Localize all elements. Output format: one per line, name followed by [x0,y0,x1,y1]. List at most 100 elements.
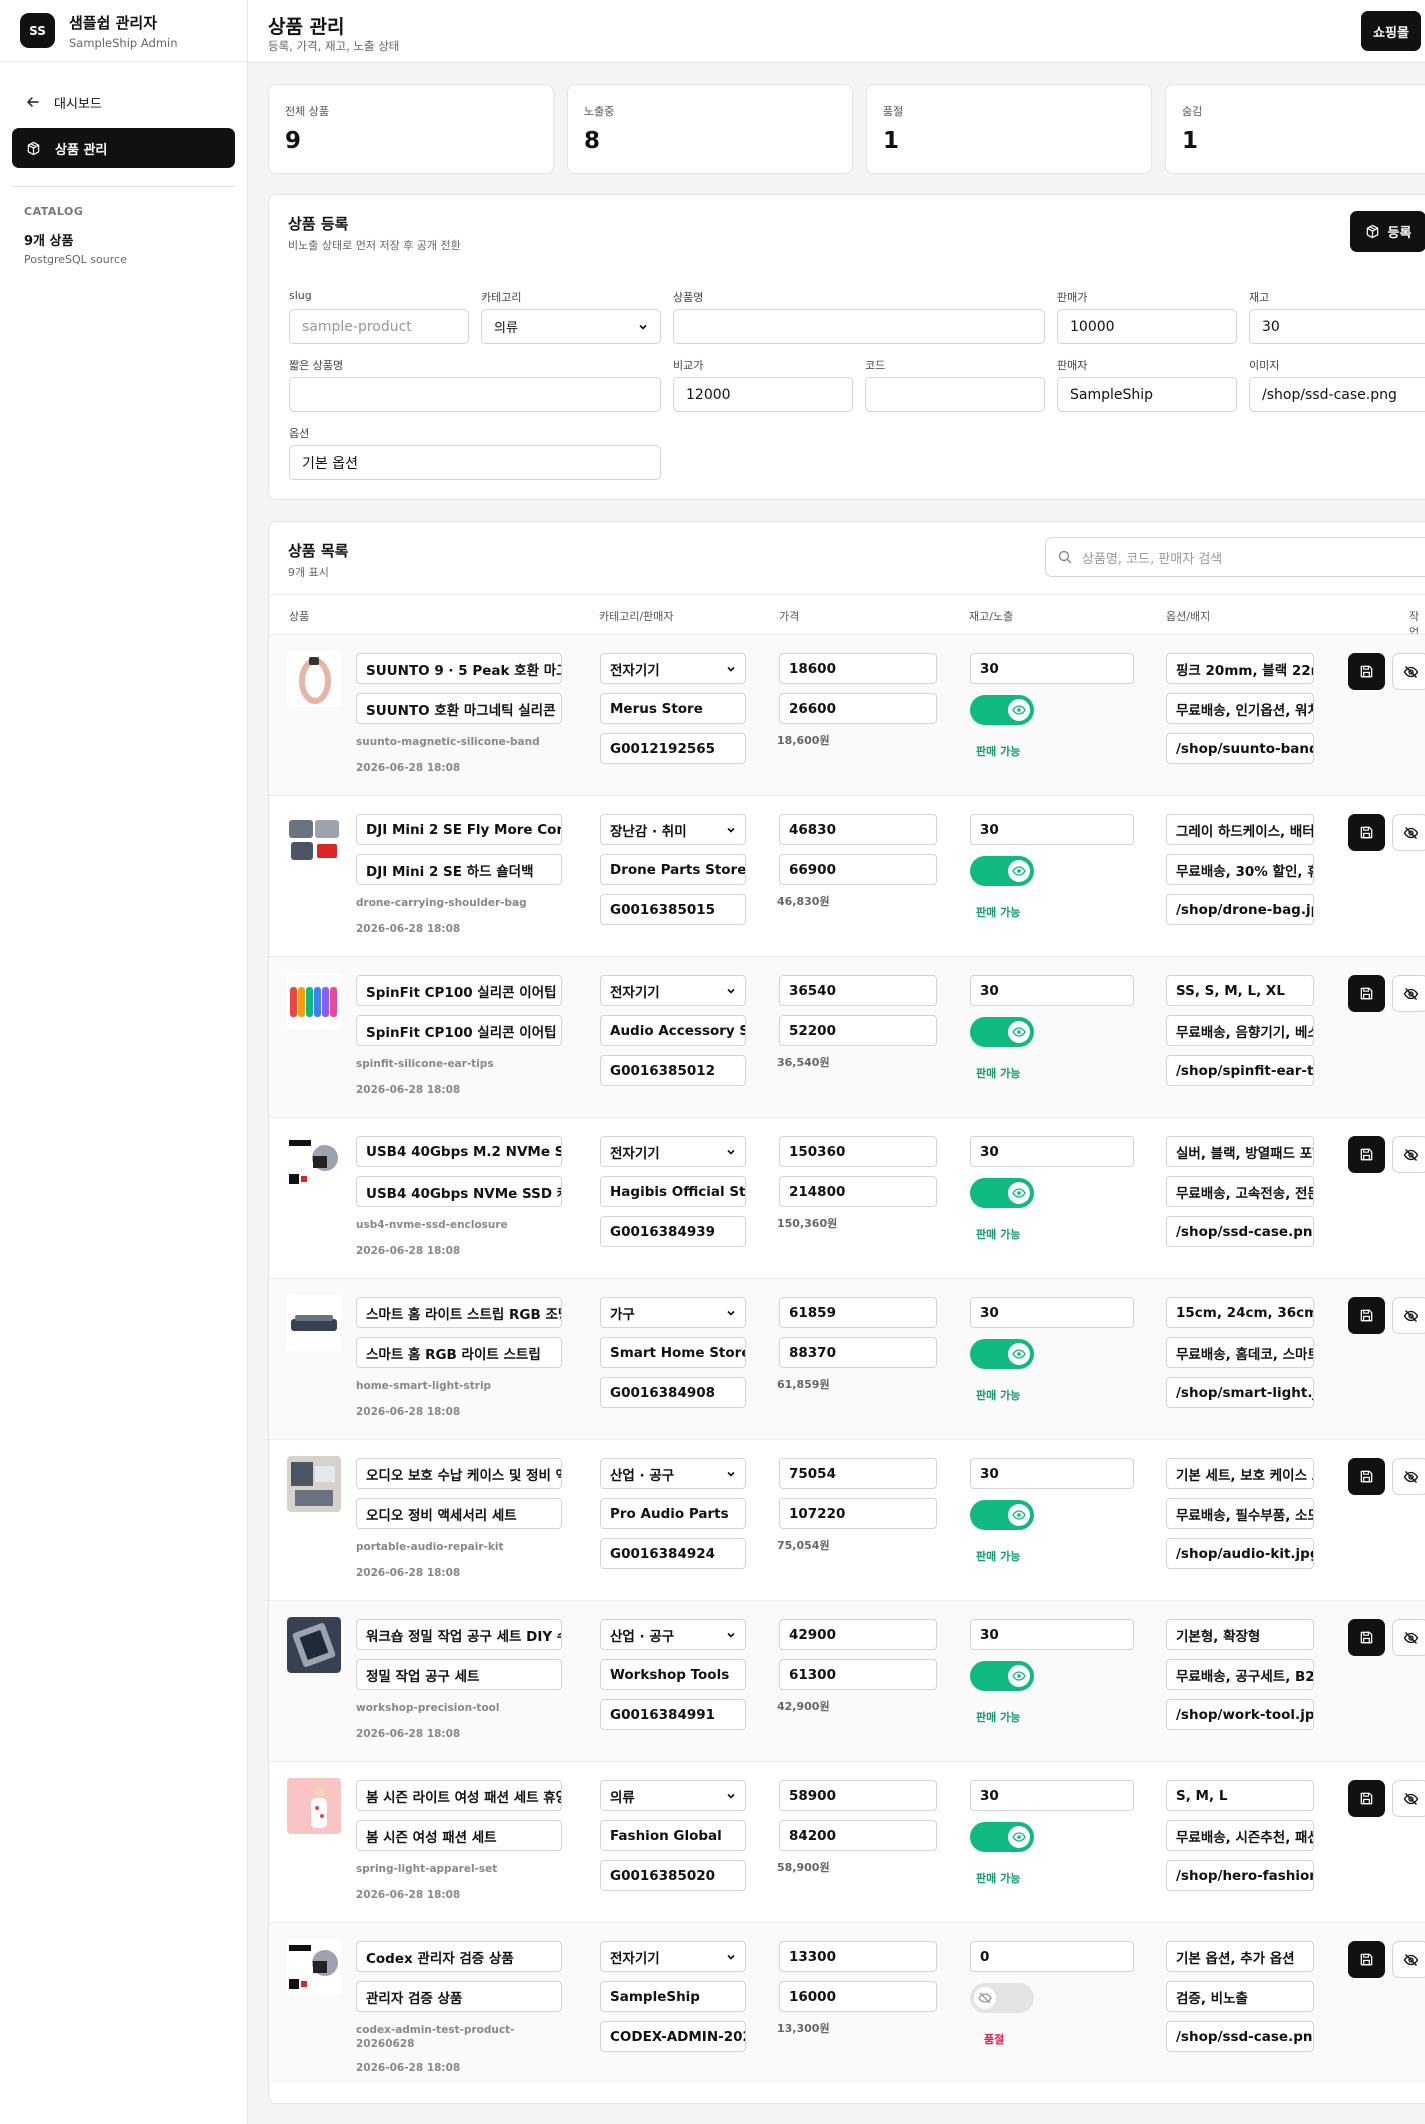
save-button[interactable] [1348,1941,1385,1978]
product-name-input[interactable]: 오디오 보호 수납 케이스 및 정비 액 [356,1458,562,1489]
stock-input[interactable]: 30 [970,1458,1134,1489]
product-name-input[interactable]: Codex 관리자 검증 상품 [356,1941,562,1972]
shop-button[interactable]: 쇼핑몰 [1361,11,1421,51]
price-input[interactable]: 58900 [779,1780,937,1811]
visibility-toggle[interactable] [970,1339,1034,1369]
seller-input[interactable]: SampleShip [600,1981,746,2012]
product-short-name-input[interactable]: DJI Mini 2 SE 하드 숄더백 [356,854,562,885]
code-input[interactable]: G0016385012 [600,1055,746,1086]
product-short-name-input[interactable]: USB4 40Gbps NVMe SSD 케이 [356,1176,562,1207]
seller-input[interactable]: Smart Home Store [600,1337,746,1368]
options-input[interactable]: 기본 세트, 보호 케이스 포 [1166,1458,1314,1489]
options-input[interactable]: 그레이 하드케이스, 배터 [1166,814,1314,845]
image-input[interactable]: /shop/ssd-case.png [1166,2021,1314,2052]
stock-input[interactable]: 30 [970,653,1134,684]
image-input[interactable]: /shop/drone-bag.jp [1166,894,1314,925]
visibility-toggle[interactable] [970,695,1034,725]
stock-input[interactable]: 30 [970,1780,1134,1811]
seller-input[interactable]: Hagibis Official Stor [600,1176,746,1207]
product-name-input[interactable]: SUUNTO 9 · 5 Peak 호환 마그네 [356,653,562,684]
image-input[interactable] [1249,377,1425,412]
price-input[interactable]: 61859 [779,1297,937,1328]
seller-input[interactable]: Merus Store [600,693,746,724]
save-button[interactable] [1348,1619,1385,1656]
options-input[interactable]: 핑크 20mm, 블랙 22m [1166,653,1314,684]
badges-input[interactable]: 검증, 비노출 [1166,1981,1314,2012]
stock-input[interactable]: 30 [970,1297,1134,1328]
image-input[interactable]: /shop/spinfit-ear-tip [1166,1055,1314,1086]
save-button[interactable] [1348,1297,1385,1334]
seller-input[interactable] [1057,377,1237,412]
stock-input[interactable] [1249,309,1425,344]
badges-input[interactable]: 무료배송, 시즌추천, 패션 [1166,1820,1314,1851]
register-button[interactable]: 등록 [1350,211,1425,252]
product-name-input[interactable]: SpinFit CP100 실리콘 이어팁 4/ [356,975,562,1006]
visibility-toggle[interactable] [970,1500,1034,1530]
product-name-input[interactable]: 봄 시즌 라이트 여성 패션 세트 휴양 [356,1780,562,1811]
seller-input[interactable]: Workshop Tools [600,1659,746,1690]
hide-button[interactable] [1392,1941,1425,1978]
category-select[interactable]: 산업 · 공구 [600,1619,746,1650]
product-short-name-input[interactable]: 관리자 검증 상품 [356,1981,562,2012]
code-input[interactable] [865,377,1045,412]
options-input[interactable]: 15cm, 24cm, 36cm, [1166,1297,1314,1328]
badges-input[interactable]: 무료배송, 홈데코, 스마트 [1166,1337,1314,1368]
visibility-toggle[interactable] [970,1983,1034,2013]
seller-input[interactable]: Fashion Global [600,1820,746,1851]
badges-input[interactable]: 무료배송, 인기옵션, 워치 [1166,693,1314,724]
product-short-name-input[interactable]: 봄 시즌 여성 패션 세트 [356,1820,562,1851]
product-short-name-input[interactable]: 스마트 홈 RGB 라이트 스트립 [356,1337,562,1368]
option-input[interactable] [289,445,661,480]
price-input[interactable]: 150360 [779,1136,937,1167]
stock-input[interactable]: 30 [970,975,1134,1006]
compare-price-input[interactable]: 88370 [779,1337,937,1368]
price-input[interactable]: 42900 [779,1619,937,1650]
seller-input[interactable]: Drone Parts Store [600,854,746,885]
compare-price-input[interactable]: 66900 [779,854,937,885]
hide-button[interactable] [1392,814,1425,851]
code-input[interactable]: G0016385015 [600,894,746,925]
options-input[interactable]: 실버, 블랙, 방열패드 포함 [1166,1136,1314,1167]
options-input[interactable]: SS, S, M, L, XL [1166,975,1314,1006]
code-input[interactable]: G0016384939 [600,1216,746,1247]
seller-input[interactable]: Audio Accessory St [600,1015,746,1046]
hide-button[interactable] [1392,1458,1425,1495]
category-select[interactable]: 전자기기 [600,1136,746,1167]
stock-input[interactable]: 30 [970,1136,1134,1167]
hide-button[interactable] [1392,975,1425,1012]
code-input[interactable]: G0012192565 [600,733,746,764]
save-button[interactable] [1348,975,1385,1012]
search-input[interactable]: 상품명, 코드, 판매자 검색 [1045,537,1425,577]
image-input[interactable]: /shop/work-tool.jpg [1166,1699,1314,1730]
save-button[interactable] [1348,653,1385,690]
price-input[interactable]: 13300 [779,1941,937,1972]
compare-price-input[interactable]: 52200 [779,1015,937,1046]
image-input[interactable]: /shop/smart-light.jp [1166,1377,1314,1408]
nav-item-products[interactable]: 상품 관리 [12,128,235,168]
price-input[interactable] [1057,309,1237,344]
badges-input[interactable]: 무료배송, 공구세트, B2B [1166,1659,1314,1690]
stock-input[interactable]: 30 [970,814,1134,845]
name-input[interactable] [673,309,1045,344]
stock-input[interactable]: 30 [970,1619,1134,1650]
code-input[interactable]: G0016384908 [600,1377,746,1408]
hide-button[interactable] [1392,1136,1425,1173]
product-short-name-input[interactable]: 오디오 정비 액세서리 세트 [356,1498,562,1529]
slug-input[interactable] [289,309,469,344]
badges-input[interactable]: 무료배송, 30% 할인, 휴 [1166,854,1314,885]
category-select[interactable]: 산업 · 공구 [600,1458,746,1489]
price-input[interactable]: 46830 [779,814,937,845]
visibility-toggle[interactable] [970,1178,1034,1208]
price-input[interactable]: 36540 [779,975,937,1006]
badges-input[interactable]: 무료배송, 음향기기, 베스 [1166,1015,1314,1046]
code-input[interactable]: CODEX-ADMIN-202 [600,2021,746,2052]
image-input[interactable]: /shop/suunto-band [1166,733,1314,764]
short-name-input[interactable] [289,377,661,412]
badges-input[interactable]: 무료배송, 고속전송, 전문 [1166,1176,1314,1207]
product-name-input[interactable]: USB4 40Gbps M.2 NVMe SSD [356,1136,562,1167]
compare-price-input[interactable]: 84200 [779,1820,937,1851]
image-input[interactable]: /shop/hero-fashion. [1166,1860,1314,1891]
badges-input[interactable]: 무료배송, 필수부품, 소모 [1166,1498,1314,1529]
compare-price-input[interactable]: 214800 [779,1176,937,1207]
category-select[interactable]: 장난감 · 취미 [600,814,746,845]
